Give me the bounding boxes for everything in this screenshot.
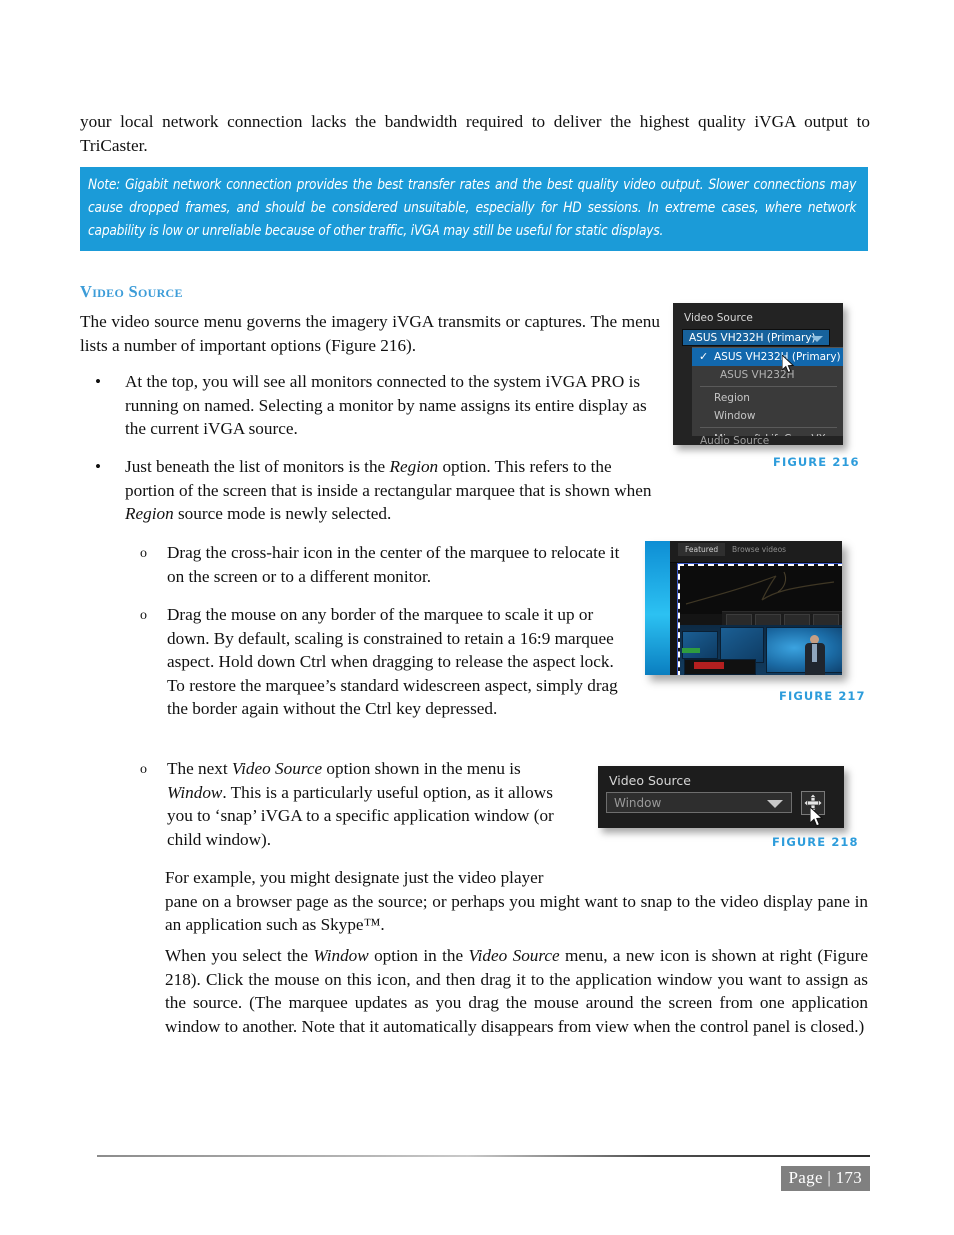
chevron-down-icon <box>767 800 783 808</box>
emphasis-window: Window <box>313 946 369 965</box>
region-marquee-border[interactable] <box>677 563 842 675</box>
emphasis-region: Region <box>125 504 174 523</box>
tab-browse-videos[interactable]: Browse videos <box>732 545 786 554</box>
menu-item-label: Window <box>714 410 756 422</box>
snap-to-window-button[interactable] <box>801 791 825 815</box>
menu-item-window[interactable]: Window <box>692 407 843 425</box>
document-page: your local network connection lacks the … <box>0 0 954 1235</box>
emphasis-window: Window <box>167 782 223 802</box>
list-item-text: Just beneath the list of monitors is the… <box>125 455 655 526</box>
bullet-marker: • <box>95 457 102 476</box>
page-number-badge: Page | 173 <box>780 1166 870 1191</box>
menu-item-label: ASUS VH232H <box>720 369 795 381</box>
tab-featured[interactable]: Featured <box>678 543 726 556</box>
note-text: Note: Gigabit network connection provide… <box>88 176 857 240</box>
emphasis-video-source: Video Source <box>468 946 560 965</box>
text-run: Just beneath the list of monitors is the <box>125 457 390 476</box>
window-option-paragraph: When you select the Window option in the… <box>165 944 868 1038</box>
sub-list-item: o Drag the mouse on any border of the ma… <box>140 603 620 721</box>
menu-item-region[interactable]: Region <box>692 389 843 407</box>
video-source-label: Video Source <box>684 312 753 324</box>
menu-item-label: Region <box>714 392 750 404</box>
example-remainder: pane on a browser page as the source; or… <box>165 891 868 935</box>
desktop-background-strip <box>645 541 670 675</box>
menu-item-asus-secondary[interactable]: ASUS VH232H <box>692 366 843 384</box>
combobox-value: ASUS VH232H (Primary) <box>689 332 816 344</box>
sub-bullet-marker: o <box>140 608 147 623</box>
sub-list-item-text: The next Video Source option shown in th… <box>167 757 580 851</box>
list-item: • Just beneath the list of monitors is t… <box>95 455 655 526</box>
footer-divider <box>97 1155 870 1157</box>
text-run: source mode is newly selected. <box>173 504 392 523</box>
text-run: . This is a particularly useful option, … <box>167 782 554 849</box>
emphasis-region: Region <box>389 457 439 476</box>
video-source-label: Video Source <box>609 773 691 788</box>
text-run: option in the <box>368 946 469 965</box>
figure-216-video-source-menu: Video Source ASUS VH232H (Primary) ✓ ASU… <box>673 303 843 445</box>
bullet-marker: • <box>95 372 102 391</box>
emphasis-video-source: Video Source <box>231 759 323 778</box>
text-run: option shown in the menu is <box>322 759 521 778</box>
sub-list-item-text: Drag the cross-hair icon in the center o… <box>167 543 620 586</box>
menu-item-asus-primary[interactable]: ✓ ASUS VH232H (Primary) <box>692 348 843 366</box>
check-icon: ✓ <box>699 350 709 363</box>
menu-separator <box>700 427 837 428</box>
sub-list-item: o The next Video Source option shown in … <box>140 757 580 851</box>
example-first-line: For example, you might designate just th… <box>165 868 544 887</box>
intro-paragraph: your local network connection lacks the … <box>80 112 870 155</box>
menu-item-label: ASUS VH232H (Primary) <box>714 351 841 363</box>
menu-separator <box>700 386 837 387</box>
video-source-combobox[interactable]: ASUS VH232H (Primary) <box>682 329 830 346</box>
video-source-intro-paragraph: The video source menu governs the imager… <box>80 312 660 355</box>
note-callout: Note: Gigabit network connection provide… <box>80 167 868 251</box>
video-source-dropdown-list: ✓ ASUS VH232H (Primary) ASUS VH232H Regi… <box>692 347 843 445</box>
figure-216-caption: FIGURE 216 <box>773 455 860 469</box>
sub-bullet-marker: o <box>140 546 147 561</box>
browser-tabbar: Featured Browse videos <box>670 541 842 563</box>
text-run: The next <box>167 759 232 778</box>
list-item: • At the top, you will see all monitors … <box>95 370 670 441</box>
sub-list-item-text: Drag the mouse on any border of the marq… <box>167 605 618 718</box>
figure-217-caption: FIGURE 217 <box>779 689 866 703</box>
chevron-down-icon <box>811 336 823 342</box>
menu-item-audio-source-clipped[interactable]: Audio Source <box>692 436 843 445</box>
sub-bullet-marker: o <box>140 762 147 777</box>
figure-218-window-source: Video Source Window <box>598 766 844 828</box>
move-crosshair-icon <box>803 793 823 813</box>
menu-item-label: Audio Source <box>700 436 770 445</box>
sub-list-item: o Drag the cross-hair icon in the center… <box>140 541 620 588</box>
text-run: When you select the <box>165 946 314 965</box>
figure-217-region-marquee: Featured Browse videos <box>645 541 842 675</box>
list-item-text: At the top, you will see all monitors co… <box>125 372 647 438</box>
video-source-combobox[interactable]: Window <box>606 792 792 813</box>
example-paragraph: For example, you might designate just th… <box>165 866 868 937</box>
combobox-value: Window <box>614 796 662 810</box>
browser-window: Featured Browse videos <box>670 541 842 675</box>
figure-218-caption: FIGURE 218 <box>772 835 859 849</box>
section-heading-video-source: Video Source <box>80 282 183 301</box>
